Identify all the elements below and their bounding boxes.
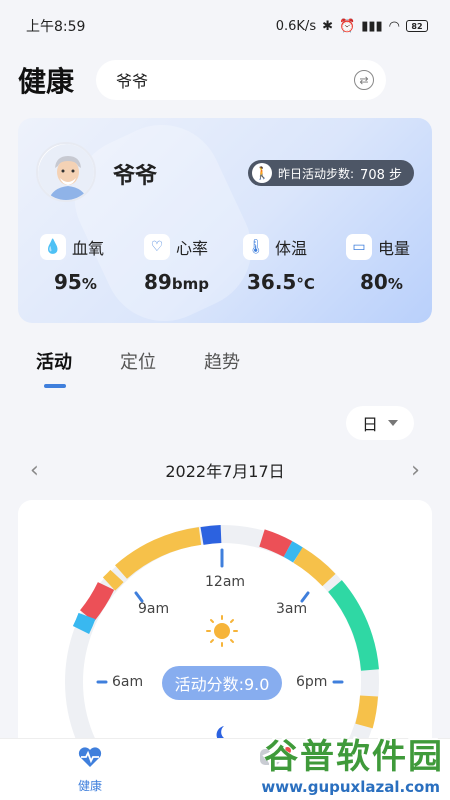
vital-battery: ▭ 电量 80% — [346, 234, 432, 294]
vital-unit: % — [387, 275, 403, 293]
heart-pulse-icon — [77, 746, 103, 773]
nav-health[interactable]: 健康 — [0, 739, 180, 800]
activity-arc-yellow-lower — [355, 695, 378, 729]
alarm-clock-icon: ⏰ — [339, 18, 356, 34]
status-bar: 上午8:59 0.6K/s ✱ ⏰ ▮▮▮ ◠ 82 — [0, 0, 450, 52]
tab-location[interactable]: 定位 — [120, 348, 156, 374]
chevron-right-icon[interactable]: › — [411, 458, 420, 483]
tab-bar: 活动 定位 趋势 — [36, 348, 240, 388]
activity-arc-yellow-top — [115, 527, 202, 579]
date-navigator: ‹ 2022年7月17日 › — [0, 455, 450, 485]
tick-label: 3am — [276, 601, 308, 617]
activity-arc-teal — [328, 580, 379, 671]
heart-icon: ♡ — [144, 234, 170, 260]
vital-label: 心率 — [176, 239, 209, 258]
vital-label: 电量 — [378, 239, 411, 258]
vital-heart-rate: ♡ 心率 89bmp — [144, 234, 244, 294]
caret-down-icon — [388, 420, 398, 426]
steps-badge: 🚶 昨日活动步数: 708 步 — [248, 160, 414, 186]
droplet-icon: 💧 — [40, 234, 66, 260]
period-select-value: 日 — [361, 415, 378, 434]
header: 健康 爷爷 ⇄ — [18, 58, 432, 102]
tick-label: 9am — [138, 601, 170, 617]
tab-activity[interactable]: 活动 — [36, 348, 72, 388]
steps-label: 昨日活动步数: — [278, 166, 355, 181]
tick-label: 6pm — [296, 674, 328, 690]
network-speed: 0.6K/s — [275, 18, 317, 34]
bluetooth-icon: ✱ — [322, 18, 333, 34]
nav-label: 健康 — [77, 778, 102, 793]
activity-score: 活动分数:9.0 — [162, 666, 282, 700]
tab-trend[interactable]: 趋势 — [204, 348, 240, 374]
tick-label: 6am — [112, 674, 144, 690]
avatar[interactable] — [36, 142, 96, 202]
member-selector-value: 爷爷 — [116, 72, 149, 91]
member-selector[interactable]: 爷爷 ⇄ — [96, 60, 386, 100]
activity-arc-yellow-right — [293, 547, 336, 587]
vital-value: 36.5 — [247, 270, 297, 294]
activity-arc-blue — [200, 525, 222, 545]
date-label: 2022年7月17日 — [165, 462, 285, 481]
profile-name: 爷爷 — [113, 164, 158, 189]
watermark-title: 谷普软件园 — [264, 737, 444, 777]
wifi-icon: ◠ — [388, 18, 400, 34]
status-icons: 0.6K/s ✱ ⏰ ▮▮▮ ◠ 82 — [276, 19, 428, 34]
steps-value: 708 步 — [360, 167, 402, 183]
thermometer-icon: 🌡 — [243, 234, 269, 260]
vital-temperature: 🌡 体温 36.5°C — [243, 234, 343, 294]
page-title: 健康 — [18, 65, 75, 98]
tick-label: 12am — [205, 574, 246, 590]
status-time: 上午8:59 — [26, 19, 86, 35]
signal-icon: ▮▮▮ — [361, 18, 383, 34]
activity-arc-red-left — [79, 581, 115, 622]
vital-blood-oxygen: 💧 血氧 95% — [40, 234, 140, 294]
chevron-left-icon[interactable]: ‹ — [30, 458, 39, 483]
activity-card: 12am 3am 6pm 9am 6am 活动分数:9.0 — [18, 500, 432, 750]
vital-unit: °C — [296, 275, 315, 293]
watermark-url: www.gupuxlazal.com — [257, 778, 444, 796]
activity-arc-yellow-left — [102, 569, 124, 591]
walking-icon: 🚶 — [252, 163, 272, 183]
vital-value: 95 — [54, 270, 82, 294]
watermark: 谷普软件园 www.gupuxlazal.com — [257, 729, 444, 796]
activity-ring — [65, 525, 379, 750]
activity-arc-cyan-left — [72, 612, 96, 634]
activity-arc-cyan-right — [283, 541, 303, 563]
activity-arc-red-right — [259, 529, 293, 558]
vital-label: 体温 — [275, 239, 308, 258]
period-select[interactable]: 日 — [346, 406, 414, 440]
vital-unit: bmp — [171, 275, 209, 293]
sun-icon — [206, 615, 238, 647]
battery-icon: ▭ — [346, 234, 372, 260]
vital-unit: % — [81, 275, 97, 293]
profile-card: 爷爷 🚶 昨日活动步数: 708 步 💧 血氧 95% ♡ 心率 89bmp 🌡… — [18, 118, 432, 323]
vital-label: 血氧 — [72, 239, 105, 258]
vital-value: 80 — [360, 270, 388, 294]
swap-icon[interactable]: ⇄ — [354, 70, 374, 90]
battery-indicator: 82 — [406, 20, 428, 32]
vital-value: 89 — [144, 270, 172, 294]
